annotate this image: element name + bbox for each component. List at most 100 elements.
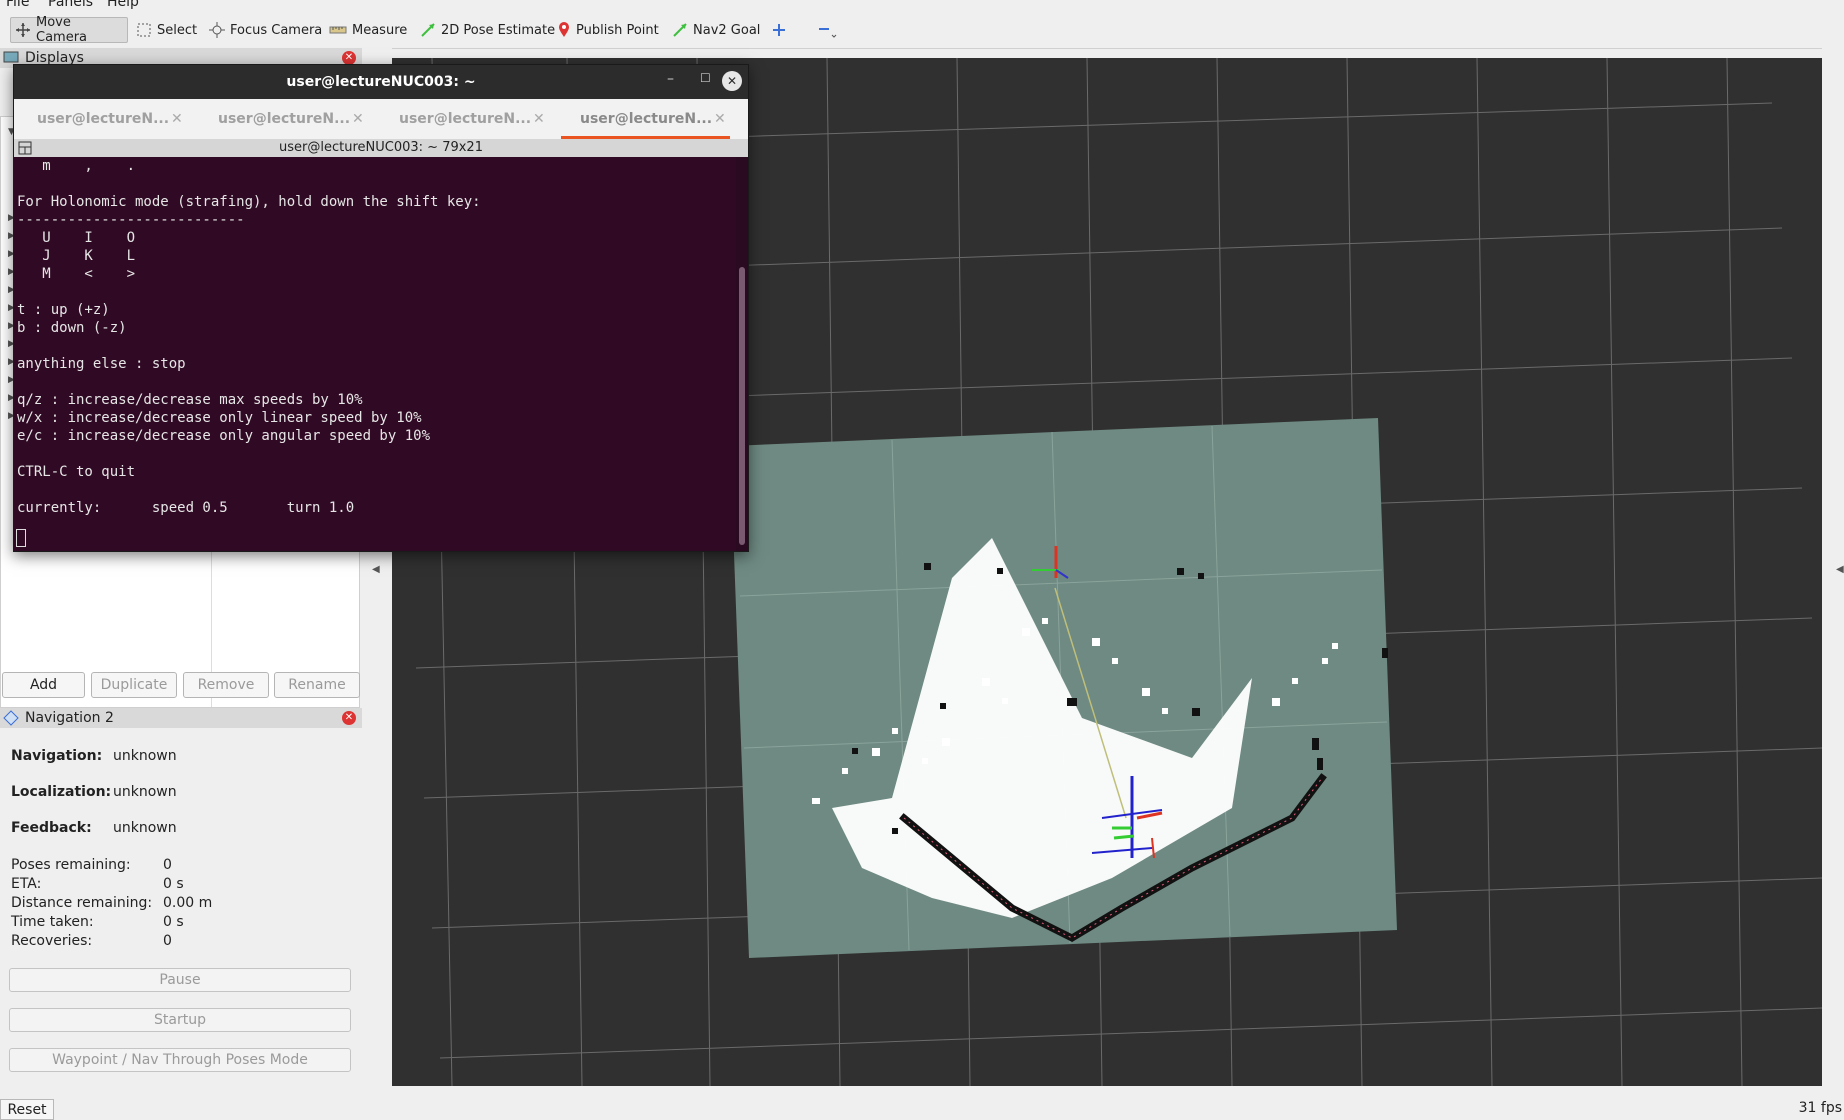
localization-value: unknown [113,784,177,800]
terminal-tab[interactable]: user@lectureN... ✕ [14,99,195,139]
scrollbar-thumb[interactable] [739,267,745,545]
terminal-line: currently: speed 0.5 turn 1.0 [17,500,355,516]
terminal-titlebar[interactable]: user@lectureNUC003: ~ – ☐ ✕ [14,65,748,99]
pose-estimate-label: 2D Pose Estimate [441,22,556,38]
recoveries-value: 0 [163,933,172,949]
tab-close-icon[interactable]: ✕ [352,111,364,127]
tab-close-icon[interactable]: ✕ [714,111,726,127]
move-camera-button[interactable]: Move Camera [10,15,128,45]
nav2-title: Navigation 2 [25,710,114,726]
localization-status: Localization: unknown [11,784,177,800]
tab-label: user@lectureN... [37,111,170,127]
close-icon[interactable]: ✕ [342,51,356,65]
terminal-line: q/z : increase/decrease max speeds by 10… [17,392,363,408]
pose-estimate-button[interactable]: 2D Pose Estimate [416,17,559,43]
distance-remaining-label: Distance remaining: [11,895,153,911]
green-arrow-icon [673,23,687,37]
feedback-value: unknown [113,820,177,836]
waypoint-mode-button[interactable]: Waypoint / Nav Through Poses Mode [9,1048,351,1072]
terminal-title: user@lectureNUC003: ~ [286,74,476,90]
add-display-button[interactable]: Add [2,672,85,698]
menu-help[interactable]: Help [107,0,139,10]
duplicate-display-button[interactable]: Duplicate [91,672,177,698]
recoveries-row: Recoveries: 0 [11,933,172,949]
close-window-icon[interactable]: ✕ [722,71,742,91]
terminal-scrollbar[interactable] [736,157,748,551]
publish-point-label: Publish Point [576,22,659,38]
terminal-line: U I O [17,230,136,246]
menu-bar: File Panels Help [0,0,1844,12]
select-button[interactable]: Select [132,17,201,43]
publish-point-button[interactable]: Publish Point [553,17,663,43]
ruler-icon [329,26,347,34]
nav2-goal-button[interactable]: Nav2 Goal [668,17,764,43]
terminal-tab[interactable]: user@lectureN... ✕ [195,99,376,139]
remove-tool-button[interactable] [813,17,841,43]
eta-value: 0 s [163,876,184,892]
collapse-right-icon[interactable]: ◀ [1836,564,1844,575]
localization-label: Localization: [11,784,112,800]
measure-label: Measure [352,22,408,38]
green-arrow-icon [421,23,435,37]
time-taken-row: Time taken: 0 s [11,914,184,930]
poses-remaining-row: Poses remaining: 0 [11,857,172,873]
fps-counter: 31 fps [1798,1100,1842,1116]
startup-button[interactable]: Startup [9,1008,351,1032]
select-icon [137,23,151,37]
terminal-line: m , . [17,158,136,174]
remove-display-button[interactable]: Remove [183,672,269,698]
toolbar: Move Camera Select Focus Camera Measure … [0,12,1844,49]
recoveries-label: Recoveries: [11,933,93,949]
pause-button[interactable]: Pause [9,968,351,992]
terminal-line: e/c : increase/decrease only angular spe… [17,428,431,444]
minimize-icon[interactable]: – [667,71,674,87]
navigation-status: Navigation: unknown [11,748,177,764]
nav2-diamond-icon [3,710,19,726]
menu-panels[interactable]: Panels [48,0,93,10]
eta-row: ETA: 0 s [11,876,184,892]
terminal-line: J K L [17,248,136,264]
collapse-left-icon[interactable]: ◀ [372,564,380,575]
poses-remaining-label: Poses remaining: [11,857,131,873]
poses-remaining-value: 0 [163,857,172,873]
plus-icon [773,24,785,36]
map-pin-icon [559,22,569,37]
distance-remaining-row: Distance remaining: 0.00 m [11,895,212,911]
select-label: Select [157,22,198,38]
time-taken-value: 0 s [163,914,184,930]
terminal-line: CTRL-C to quit [17,464,136,480]
navigation-label: Navigation: [11,748,103,764]
terminal-tab-active[interactable]: user@lectureN... ✕ [557,99,738,139]
nav2-panel-title: Navigation 2 ✕ [0,708,362,728]
rename-display-button[interactable]: Rename [274,672,360,698]
terminal-line: For Holonomic mode (strafing), hold down… [17,194,481,210]
focus-camera-button[interactable]: Focus Camera [205,17,326,43]
eta-label: ETA: [11,876,42,892]
terminal-line: --------------------------- [17,212,245,228]
menu-file[interactable]: File [6,0,29,10]
measure-button[interactable]: Measure [325,17,411,43]
tab-label: user@lectureN... [218,111,351,127]
terminal-tab[interactable]: user@lectureN... ✕ [376,99,557,139]
close-icon[interactable]: ✕ [342,711,356,725]
maximize-icon[interactable]: ☐ [700,71,711,85]
tab-close-icon[interactable]: ✕ [171,111,183,127]
navigation-value: unknown [113,748,177,764]
terminal-output[interactable]: m , . For Holonomic mode (strafing), hol… [14,157,736,551]
displays-icon [3,51,19,63]
terminal-line: anything else : stop [17,356,186,372]
terminal-subheader: user@lectureNUC003: ~ 79x21 [14,139,748,157]
focus-camera-icon [209,22,225,38]
terminal-tabs: user@lectureN... ✕ user@lectureN... ✕ user… [14,99,748,139]
minus-icon [819,28,837,38]
terminal-size-label: user@lectureNUC003: ~ 79x21 [279,140,483,155]
terminal-cursor [16,529,26,547]
add-tool-button[interactable] [768,17,790,43]
reset-button[interactable]: Reset [0,1099,54,1120]
terminal-window[interactable]: user@lectureNUC003: ~ – ☐ ✕ user@lecture… [13,64,749,552]
tab-close-icon[interactable]: ✕ [533,111,545,127]
terminal-text: m , . For Holonomic mode (strafing), hol… [14,157,736,517]
focus-camera-label: Focus Camera [230,22,323,38]
terminal-line: b : down (-z) [17,320,127,336]
distance-remaining-value: 0.00 m [163,895,213,911]
